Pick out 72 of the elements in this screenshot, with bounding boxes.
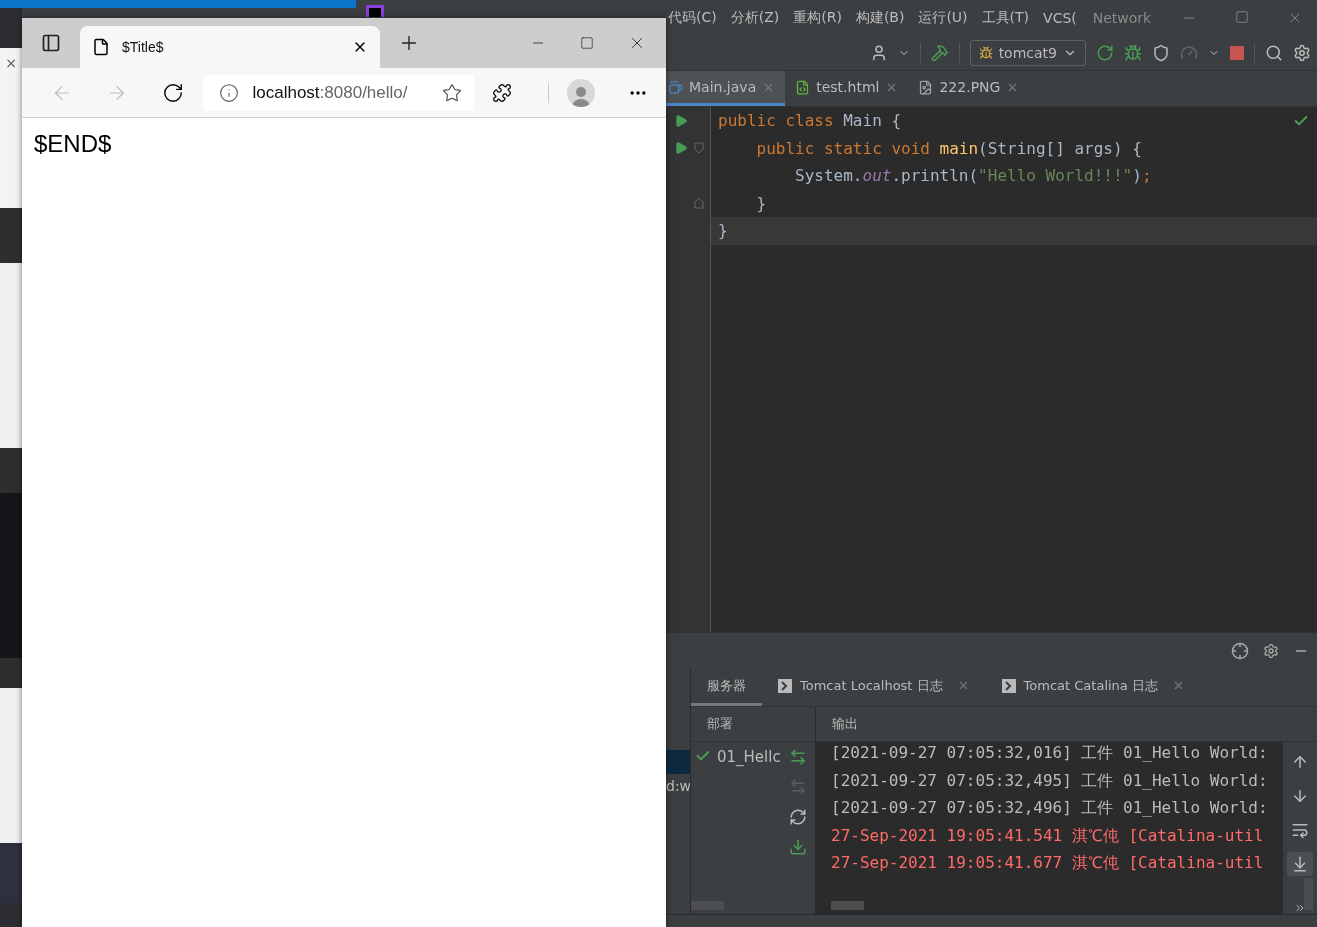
browser-tab[interactable]: $Title$ <box>80 26 380 68</box>
tool-tab[interactable]: 服务器 <box>691 668 762 706</box>
tool-tab[interactable]: Tomcat Catalina 日志 <box>985 668 1201 706</box>
log-line: 27-Sep-2021 19:05:41.541 淇℃伅 [Catalina-util <box>831 824 1265 847</box>
extensions-icon[interactable] <box>492 82 513 103</box>
code-line: public static void main(String[] args) { <box>755 138 1142 158</box>
deployment-item[interactable]: 01_Hellc <box>717 748 781 766</box>
scrollbar[interactable] <box>831 901 864 910</box>
crosshair-icon[interactable] <box>1231 641 1249 660</box>
editor-tab[interactable]: 222.PNG <box>916 71 1030 106</box>
image-file-icon <box>918 79 934 95</box>
scrollbar[interactable] <box>1304 878 1313 910</box>
log-line: [2021-09-27 07:05:32,016] 工件 01_Hello World: <box>831 742 1269 764</box>
address-bar[interactable]: localhost:8080/hello/ <box>202 74 475 111</box>
settings-icon[interactable] <box>1263 642 1279 659</box>
refresh-icon[interactable] <box>788 808 807 826</box>
settings-icon[interactable] <box>1293 44 1311 62</box>
log-line: [2021-09-27 07:05:32,496] 工件 01_Hello World: <box>831 797 1269 819</box>
page-icon <box>92 38 110 56</box>
code-line: } <box>718 221 728 241</box>
selection-highlight <box>666 750 690 774</box>
info-icon[interactable] <box>218 82 239 103</box>
run-icon[interactable] <box>674 113 688 128</box>
profile-avatar[interactable] <box>566 78 595 107</box>
code-line: } <box>755 193 767 213</box>
tab-actions-icon[interactable] <box>41 33 61 53</box>
log-line: [2021-09-27 07:05:32,495] 工件 01_Hello World: <box>831 769 1269 792</box>
favorite-star-icon[interactable] <box>442 82 463 103</box>
debug-bug-icon[interactable] <box>1124 44 1142 62</box>
profiler-icon[interactable] <box>1180 44 1198 62</box>
scroll-to-end-button[interactable] <box>1287 852 1313 876</box>
menu-item[interactable]: 重构(R) <box>793 9 842 27</box>
search-icon[interactable] <box>1265 44 1283 62</box>
undeploy-arrows-icon[interactable] <box>788 778 807 796</box>
console-icon <box>1001 678 1016 693</box>
maximize-button[interactable] <box>1235 10 1250 24</box>
window-title: Network <box>1092 10 1152 26</box>
scrollbar[interactable] <box>691 901 724 910</box>
wrap-icon[interactable] <box>1291 821 1309 839</box>
maximize-button[interactable] <box>580 36 594 50</box>
coverage-icon[interactable] <box>1152 44 1170 62</box>
menu-item[interactable]: 分析(Z) <box>730 9 780 27</box>
scroll-to-end-icon <box>1291 855 1309 873</box>
close-button[interactable]: × <box>0 48 22 78</box>
menu-item[interactable]: VCS( <box>1043 10 1077 26</box>
side-text: d:w <box>666 778 690 794</box>
fold-icon[interactable] <box>694 197 704 210</box>
code-line: public class Main { <box>718 111 902 131</box>
java-file-icon <box>668 79 683 95</box>
page-text: $END$ <box>34 130 113 158</box>
build-hammer-icon[interactable] <box>930 44 949 62</box>
menu-item[interactable]: 构建(B) <box>855 9 905 27</box>
menu-item[interactable]: 工具(T) <box>981 9 1030 27</box>
deploy-down-icon[interactable] <box>788 838 807 856</box>
run-config-dropdown[interactable]: tomcat9 <box>969 40 1086 66</box>
code-line: System.out.println("Hello World!!!"); <box>794 166 1152 186</box>
menu-item[interactable]: 代码(C) <box>668 9 717 27</box>
down-arrow-icon[interactable] <box>1291 787 1309 805</box>
menu-item[interactable]: 运行(U) <box>918 9 968 27</box>
column-header: 部署 <box>691 707 815 742</box>
editor-tab[interactable]: test.html <box>793 71 909 106</box>
editor-tab[interactable]: Main.java <box>666 71 786 106</box>
console-icon <box>778 678 792 693</box>
log-line: 27-Sep-2021 19:05:41.677 淇℃伅 [Catalina-util <box>831 852 1265 874</box>
html-file-icon <box>795 79 811 95</box>
tool-tab[interactable]: Tomcat Localhost 日志 <box>762 668 986 706</box>
deploy-arrows-icon[interactable] <box>788 748 807 766</box>
reload-icon[interactable] <box>161 81 184 104</box>
rerun-icon[interactable] <box>1096 44 1114 62</box>
fold-icon[interactable] <box>694 142 704 155</box>
app-logo <box>366 5 384 17</box>
run-icon[interactable] <box>674 141 688 156</box>
